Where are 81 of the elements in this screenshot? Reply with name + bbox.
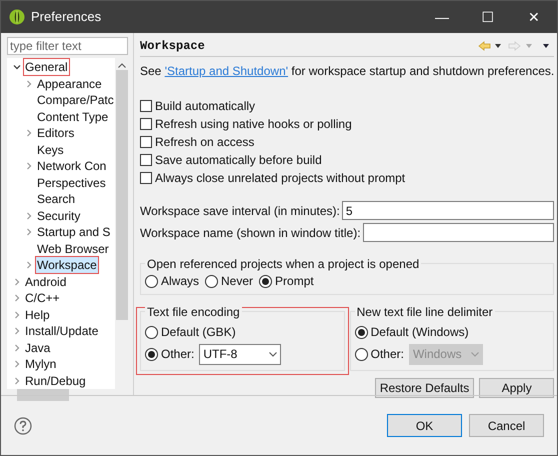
radio-button[interactable] — [145, 326, 158, 338]
checkbox-label[interactable]: Always close unrelated projects without prompt — [155, 169, 406, 187]
tree-item[interactable]: Compare/Patc — [36, 92, 115, 108]
radio-button[interactable] — [354, 326, 368, 338]
chevron-right-icon[interactable] — [25, 261, 33, 270]
tree-item[interactable]: Help — [24, 306, 51, 323]
text-field[interactable]: 5 — [342, 201, 554, 220]
tree-item[interactable]: Run/Debug — [24, 372, 87, 389]
text-field[interactable] — [362, 223, 554, 242]
tree-item[interactable]: Appearance — [36, 76, 103, 92]
field-label: Workspace name (shown in window title): — [140, 224, 361, 242]
tree-item[interactable]: Perspectives — [36, 174, 107, 191]
chevron-right-icon[interactable] — [13, 344, 21, 352]
chevron-right-icon[interactable] — [25, 228, 33, 236]
radio-button[interactable] — [205, 274, 218, 288]
dialog-button[interactable]: Cancel — [469, 414, 544, 437]
radio-label[interactable]: Other: — [370, 345, 404, 363]
window-control[interactable]: ☐ — [465, 1, 511, 33]
tree-item[interactable]: General — [24, 59, 69, 76]
caret-icon — [269, 352, 278, 356]
tree-item[interactable]: Android — [24, 274, 68, 290]
tree-item[interactable]: Security — [36, 208, 82, 224]
tree-item[interactable]: Startup and S — [36, 224, 112, 240]
tree-item[interactable]: Search — [36, 191, 76, 208]
window-control[interactable]: ✕ — [511, 1, 557, 33]
chevron-down-icon[interactable] — [13, 63, 21, 72]
filter-field[interactable]: type filter text — [7, 37, 128, 55]
intro-text: See 'Startup and Shutdown' for workspace startup and shutdown preferences. — [140, 63, 554, 80]
startup-link[interactable]: 'Startup and Shutdown' — [164, 64, 288, 78]
field-label: Workspace save interval (in minutes): — [140, 202, 340, 220]
window-title: Preferences — [31, 8, 102, 26]
help-icon[interactable] — [14, 416, 32, 434]
chevron-right-icon[interactable] — [13, 327, 21, 336]
checkbox[interactable] — [140, 172, 152, 184]
chevron-right-icon[interactable] — [13, 278, 21, 286]
scroll-up-icon[interactable] — [118, 63, 126, 68]
tree-item[interactable]: Web Browser — [36, 240, 110, 257]
radio-button[interactable] — [145, 274, 158, 288]
checkbox[interactable] — [140, 136, 152, 148]
radio-label[interactable]: Default (GBK) — [161, 323, 236, 341]
tree-item[interactable]: Network Con — [36, 158, 108, 174]
radio-button[interactable] — [145, 348, 158, 360]
checkbox-label[interactable]: Refresh using native hooks or polling — [155, 115, 352, 133]
dialog-button[interactable]: OK — [387, 414, 462, 437]
radio-label[interactable]: Always — [161, 272, 200, 290]
page-button[interactable]: Restore Defaults — [374, 378, 474, 398]
radio-label[interactable]: Default (Windows) — [370, 323, 469, 341]
dropdown-field[interactable]: UTF-8 — [199, 344, 282, 364]
tree-item[interactable]: Keys — [36, 142, 65, 158]
tree-item[interactable]: C/C++ — [24, 290, 61, 306]
vertical-scrollbar[interactable] — [115, 58, 128, 389]
caret-icon — [470, 352, 479, 356]
chevron-right-icon[interactable] — [25, 80, 33, 88]
checkbox-label[interactable]: Save automatically before build — [155, 151, 322, 169]
page-button[interactable]: Apply — [479, 378, 554, 398]
chevron-right-icon[interactable] — [13, 310, 21, 319]
page-title: Workspace — [140, 38, 205, 54]
radio-label[interactable]: Prompt — [275, 272, 314, 290]
checkbox[interactable] — [140, 154, 152, 166]
tree-item[interactable]: Workspace — [36, 257, 98, 274]
radio-button[interactable] — [259, 274, 272, 288]
checkbox-label[interactable]: Build automatically — [155, 97, 256, 115]
radio-button[interactable] — [354, 348, 368, 360]
window-control[interactable]: — — [419, 1, 465, 33]
checkbox[interactable] — [140, 100, 152, 112]
chevron-right-icon[interactable] — [13, 294, 21, 302]
tree-item[interactable]: Java — [24, 340, 52, 356]
checkbox[interactable] — [140, 118, 152, 130]
tree-item[interactable]: Mylyn — [24, 356, 58, 372]
radio-label[interactable]: Never — [221, 272, 254, 290]
chevron-right-icon[interactable] — [25, 129, 33, 138]
radio-label[interactable]: Other: — [161, 345, 194, 363]
tree-item[interactable]: Editors — [36, 125, 76, 142]
chevron-right-icon[interactable] — [25, 162, 33, 170]
chevron-right-icon[interactable] — [13, 360, 21, 368]
app-logo-icon — [9, 9, 25, 25]
chevron-right-icon[interactable] — [13, 376, 21, 385]
tree-item[interactable]: Install/Update — [24, 323, 100, 340]
chevron-right-icon[interactable] — [25, 212, 33, 220]
tree-item[interactable]: Content Type — [36, 108, 110, 125]
checkbox-label[interactable]: Refresh on access — [155, 133, 254, 151]
